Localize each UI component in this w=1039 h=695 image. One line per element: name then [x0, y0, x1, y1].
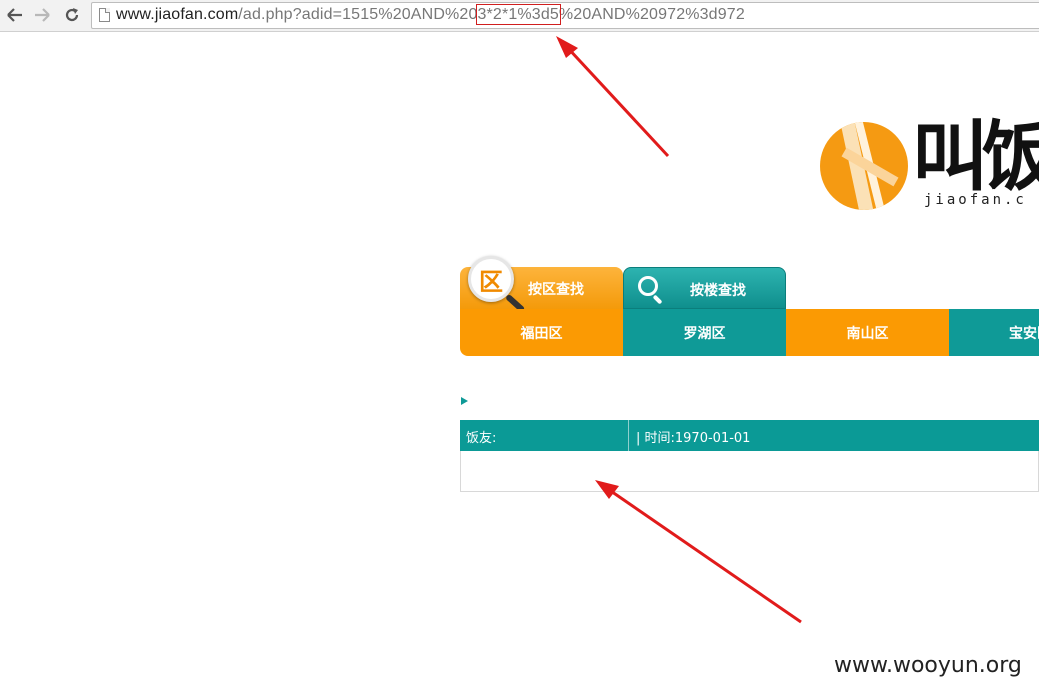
annotation-arrow-url: [556, 36, 670, 158]
district-item-luohu[interactable]: 罗湖区: [623, 309, 786, 356]
tab-search-by-building[interactable]: 按楼查找: [623, 267, 786, 309]
logo-calligraphy: 叫饭: [912, 112, 1039, 201]
district-item-baoan[interactable]: 宝安区: [949, 309, 1039, 356]
watermark-text: www.wooyun.org: [834, 653, 1022, 678]
page-icon: [99, 8, 110, 22]
url-path: /ad.php?adid=1515%20AND%20: [238, 6, 478, 23]
reload-icon[interactable]: [61, 4, 83, 26]
district-magnifier-icon: 区: [468, 256, 526, 313]
address-bar[interactable]: www.jiaofan.com/ad.php?adid=1515%20AND%2…: [91, 2, 1039, 29]
review-time-label: | 时间:1970-01-01: [636, 431, 751, 446]
url-injected-payload: 3*2*1%3d5: [475, 4, 561, 25]
district-item-futian[interactable]: 福田区: [460, 309, 623, 356]
triangle-bullet-icon: [461, 397, 468, 405]
district-item-nanshan[interactable]: 南山区: [786, 309, 949, 356]
review-header: 饭友: | 时间:1970-01-01: [460, 420, 1039, 451]
url-path-tail: %20AND%20972%3d972: [558, 6, 745, 23]
url-text: www.jiaofan.com/ad.php?adid=1515%20AND%2…: [116, 4, 745, 25]
arrow-left-icon[interactable]: [4, 4, 26, 26]
review-divider: [628, 420, 629, 451]
logo-emblem: [820, 122, 908, 210]
site-logo[interactable]: 叫饭 jiaofan.c: [820, 112, 1039, 222]
search-icon: [638, 276, 664, 305]
url-host: www.jiaofan.com: [116, 6, 239, 23]
district-glyph: 区: [468, 256, 514, 302]
annotation-arrow-review: [595, 480, 802, 624]
review-body: [460, 451, 1039, 492]
tab-label: 按区查找: [528, 282, 584, 298]
logo-domain: jiaofan.c: [924, 192, 1027, 208]
arrow-right-icon[interactable]: [31, 4, 53, 26]
tab-label: 按楼查找: [690, 283, 746, 299]
browser-toolbar: www.jiaofan.com/ad.php?adid=1515%20AND%2…: [0, 0, 1039, 32]
review-user-label: 饭友:: [466, 431, 497, 446]
page: www.jiaofan.com/ad.php?adid=1515%20AND%2…: [0, 0, 1039, 695]
